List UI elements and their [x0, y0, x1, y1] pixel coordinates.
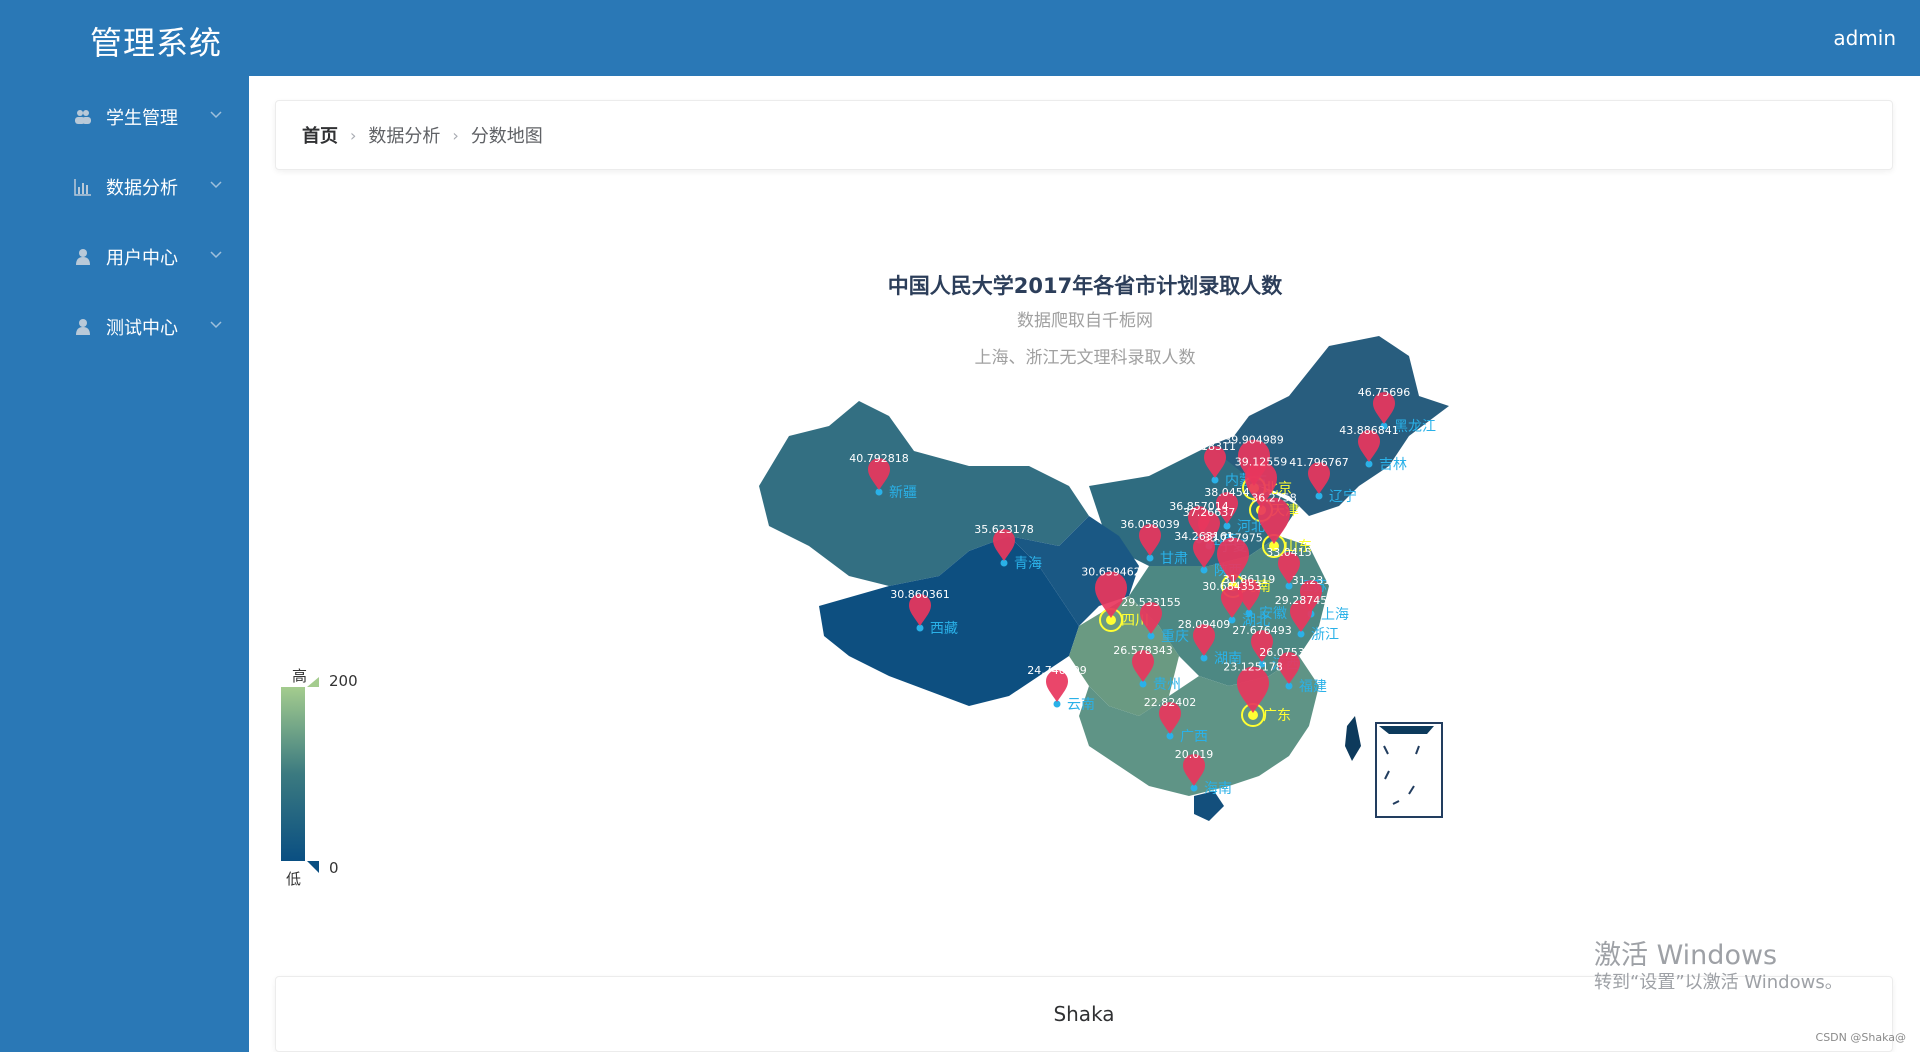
csdn-credit: CSDN @Shaka@ — [1815, 1031, 1906, 1044]
province-value-label: 30.860361 — [890, 588, 950, 601]
province-value-label: 41.796767 — [1289, 456, 1349, 469]
sidebar-item-student-management[interactable]: 学生管理 — [0, 82, 249, 152]
province-value-label: 40.792818 — [849, 452, 909, 465]
province-name-label: 西藏 — [930, 621, 958, 637]
province-value-label: 36.058039 — [1120, 518, 1180, 531]
province-value-label: 30.684353 — [1202, 580, 1262, 593]
breadcrumb: 首页 › 数据分析 › 分数地图 — [275, 100, 1893, 170]
province-value-label: 35.623178 — [974, 523, 1034, 536]
legend-min: 0 — [329, 859, 339, 877]
visual-map-legend[interactable]: 高 200 0 低 — [281, 667, 358, 888]
app-title: 管理系统 — [90, 24, 223, 62]
windows-activation-watermark: 激活 Windows 转到“设置”以激活 Windows。 — [1594, 940, 1843, 994]
chart-subtitle-2: 上海、浙江无文理科录取人数 — [975, 348, 1196, 368]
province-name-label: 云南 — [1067, 697, 1095, 713]
province-name-label: 广东 — [1263, 708, 1291, 724]
province-value-label: 30.659462 — [1081, 566, 1141, 579]
users-icon — [75, 110, 91, 124]
user-menu[interactable]: admin — [1833, 26, 1896, 50]
province-name-label: 辽宁 — [1329, 488, 1357, 505]
breadcrumb-current: 分数地图 — [470, 126, 543, 147]
chart-subtitle: 数据爬取自千栀网 — [1017, 311, 1153, 331]
legend-handle-bottom-icon[interactable] — [307, 861, 319, 873]
province-value-label: 36.2758 — [1251, 492, 1297, 505]
province-value-label: 26.075302 — [1259, 646, 1319, 659]
south-china-sea-inset — [1375, 722, 1443, 818]
province-value-label: 22.82402 — [1144, 696, 1197, 709]
legend-gradient-bar — [281, 687, 305, 861]
province-value-label: 38.0454 — [1204, 486, 1250, 499]
sidebar-item-data-analysis[interactable]: 数据分析 — [0, 152, 249, 222]
province-name-label: 上海 — [1321, 607, 1349, 623]
province-name-label: 浙江 — [1311, 627, 1339, 643]
province-value-label: 20.019 — [1175, 748, 1214, 761]
province-value-label: 29.28745 — [1275, 594, 1328, 607]
sidebar-item-label: 用户中心 — [106, 248, 178, 269]
chevron-down-icon — [210, 321, 222, 329]
province-name-label: 黑龙江 — [1394, 419, 1436, 435]
province-name-label: 海南 — [1204, 781, 1232, 797]
sidebar-item-test-center[interactable]: 测试中心 — [0, 292, 249, 362]
province-name-label: 新疆 — [889, 485, 917, 501]
sidebar-item-label: 数据分析 — [106, 178, 178, 199]
province-value-label: 37.26637 — [1183, 506, 1236, 519]
top-header: 管理系统 admin — [0, 0, 1920, 76]
province-value-label: 23.125178 — [1223, 661, 1283, 674]
user-icon — [76, 249, 90, 265]
watermark-subtitle: 转到“设置”以激活 Windows。 — [1594, 972, 1843, 994]
chevron-down-icon — [210, 181, 222, 189]
province-value-label: 29.533155 — [1121, 596, 1181, 609]
province-value-label: 46.75696 — [1358, 386, 1411, 399]
province-name-label: 广西 — [1180, 729, 1208, 745]
province-value-label: 27.676493 — [1232, 624, 1292, 637]
watermark-title: 激活 Windows — [1594, 940, 1778, 971]
footer-text: Shaka — [1053, 1002, 1115, 1026]
user-icon — [76, 319, 90, 335]
province-name-label: 青海 — [1014, 556, 1042, 572]
breadcrumb-home[interactable]: 首页 — [302, 122, 338, 148]
legend-max: 200 — [329, 672, 358, 690]
sidebar-item-label: 测试中心 — [106, 318, 178, 339]
province-value-label: 26.578343 — [1113, 644, 1173, 657]
chart-title: 中国人民大学2017年各省市计划录取人数 — [888, 274, 1283, 298]
map-region-taiwan — [1345, 716, 1361, 761]
legend-low-label: 低 — [286, 870, 301, 888]
province-value-label: 24.740609 — [1027, 664, 1087, 677]
province-value-label: 43.886841 — [1339, 424, 1399, 437]
bar-chart-icon — [74, 179, 91, 196]
province-name-label: 重庆 — [1161, 629, 1189, 645]
main-content: 首页 › 数据分析 › 分数地图 中国人民大学2017年各省市计划录取人数 数据… — [249, 76, 1920, 1052]
province-name-label: 吉林 — [1379, 457, 1407, 473]
map-svg: 中国人民大学2017年各省市计划录取人数 数据爬取自千栀网 上海、浙江无文理科录… — [281, 274, 1449, 888]
chevron-right-icon: › — [350, 125, 357, 145]
province-value-label: 39.12559 — [1235, 456, 1288, 469]
chevron-right-icon: › — [452, 125, 459, 145]
province-value-label: 33.757975 — [1203, 532, 1263, 545]
province-name-label: 贵州 — [1153, 677, 1181, 693]
breadcrumb-section[interactable]: 数据分析 — [368, 122, 440, 148]
legend-high-label: 高 — [292, 667, 307, 685]
chevron-down-icon — [210, 111, 222, 119]
sidebar-item-user-center[interactable]: 用户中心 — [0, 222, 249, 292]
province-value-label: 31.231 — [1292, 574, 1331, 587]
province-marker[interactable]: 24.740609 云南 — [1027, 664, 1095, 713]
province-value-label: 28.09409 — [1178, 618, 1231, 631]
score-map-chart: 中国人民大学2017年各省市计划录取人数 数据爬取自千栀网 上海、浙江无文理科录… — [249, 186, 1920, 986]
chevron-down-icon — [210, 251, 222, 259]
province-name-label: 甘肃 — [1160, 551, 1188, 567]
province-value-label: 33.0415 — [1266, 546, 1312, 559]
legend-handle-top-icon[interactable] — [307, 677, 319, 687]
sidebar: 学生管理 数据分析 用户中心 测试中心 — [0, 76, 249, 1052]
sidebar-item-label: 学生管理 — [106, 108, 178, 129]
province-value-label: 39.904989 — [1224, 434, 1284, 447]
province-name-label: 福建 — [1299, 679, 1327, 695]
